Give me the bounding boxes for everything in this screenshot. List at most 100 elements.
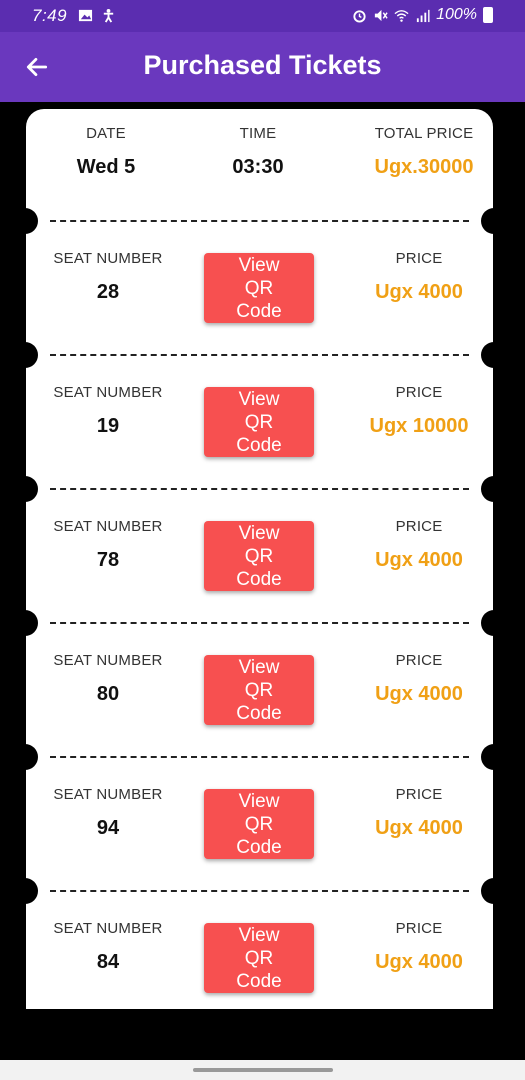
- price-label: PRICE: [395, 786, 443, 803]
- price-value: Ugx 4000: [375, 683, 463, 705]
- ticket-perforation: [12, 607, 507, 639]
- seat-label: SEAT NUMBER: [53, 384, 163, 401]
- system-nav-bar: [0, 1060, 525, 1080]
- home-gesture-pill[interactable]: [193, 1068, 333, 1072]
- ticket-row: SEAT NUMBER 78 View QR Code PRICE Ugx 4000: [26, 505, 493, 607]
- view-qr-code-label: View QR Code: [236, 522, 282, 590]
- perforation-notch: [481, 476, 507, 502]
- price-column: PRICE Ugx 4000: [349, 652, 489, 706]
- view-qr-code-label: View QR Code: [236, 924, 282, 992]
- wifi-icon: [394, 9, 409, 22]
- price-label: PRICE: [395, 920, 443, 937]
- perforation-notch: [481, 208, 507, 234]
- perforation-notch: [12, 208, 38, 234]
- perforation-notch: [481, 744, 507, 770]
- seat-label: SEAT NUMBER: [53, 518, 163, 535]
- seat-label: SEAT NUMBER: [53, 652, 163, 669]
- view-qr-code-label: View QR Code: [236, 790, 282, 858]
- ticket-perforation: [12, 741, 507, 773]
- ticket-row: SEAT NUMBER 19 View QR Code PRICE Ugx 10000: [26, 371, 493, 473]
- date-value: Wed 5: [76, 156, 136, 178]
- ticket-row: SEAT NUMBER 80 View QR Code PRICE Ugx 4000: [26, 639, 493, 741]
- seat-number: 78: [96, 549, 120, 571]
- seat-label: SEAT NUMBER: [53, 786, 163, 803]
- page-title: Purchased Tickets: [143, 50, 382, 80]
- seat-label: SEAT NUMBER: [53, 250, 163, 267]
- status-time: 7:49: [32, 6, 68, 25]
- seat-number: 19: [96, 415, 120, 437]
- seat-number: 84: [96, 951, 120, 973]
- view-qr-code-button[interactable]: View QR Code: [204, 655, 314, 725]
- view-qr-code-button[interactable]: View QR Code: [204, 253, 314, 323]
- total-price-column: TOTAL PRICE Ugx.30000: [354, 125, 494, 179]
- price-label: PRICE: [395, 384, 443, 401]
- view-qr-code-label: View QR Code: [236, 656, 282, 724]
- date-label: DATE: [86, 125, 126, 142]
- battery-icon: [483, 7, 493, 23]
- ticket-perforation: [12, 875, 507, 907]
- seat-label: SEAT NUMBER: [53, 920, 163, 937]
- price-value: Ugx 10000: [369, 415, 469, 437]
- seat-column: SEAT NUMBER 84: [48, 920, 168, 974]
- price-value: Ugx 4000: [375, 281, 463, 303]
- price-value: Ugx 4000: [375, 951, 463, 973]
- ticket-perforation: [12, 205, 507, 237]
- battery-percent: 100%: [436, 6, 477, 23]
- view-qr-code-label: View QR Code: [236, 254, 282, 322]
- perforation-notch: [481, 878, 507, 904]
- seat-column: SEAT NUMBER 78: [48, 518, 168, 572]
- view-qr-code-button[interactable]: View QR Code: [204, 789, 314, 859]
- price-label: PRICE: [395, 250, 443, 267]
- ticket-row: SEAT NUMBER 94 View QR Code PRICE Ugx 4000: [26, 773, 493, 875]
- seat-number: 28: [96, 281, 120, 303]
- ticket-perforation: [12, 473, 507, 505]
- price-column: PRICE Ugx 4000: [349, 518, 489, 572]
- view-qr-code-button[interactable]: View QR Code: [204, 923, 314, 993]
- perforation-notch: [481, 342, 507, 368]
- total-price-value: Ugx.30000: [374, 156, 474, 178]
- price-column: PRICE Ugx 10000: [349, 384, 489, 438]
- price-label: PRICE: [395, 652, 443, 669]
- perforation-notch: [12, 610, 38, 636]
- alarm-icon: [353, 9, 366, 23]
- seat-column: SEAT NUMBER 28: [48, 250, 168, 304]
- mute-icon: [374, 9, 388, 21]
- signal-icon: [416, 9, 430, 22]
- price-column: PRICE Ugx 4000: [349, 920, 489, 974]
- perforation-notch: [12, 476, 38, 502]
- view-qr-code-button[interactable]: View QR Code: [204, 521, 314, 591]
- perforation-notch: [12, 744, 38, 770]
- dashed-divider: [50, 354, 469, 356]
- seat-number: 80: [96, 683, 120, 705]
- dashed-divider: [50, 622, 469, 624]
- perforation-notch: [12, 342, 38, 368]
- dashed-divider: [50, 756, 469, 758]
- price-value: Ugx 4000: [375, 817, 463, 839]
- dashed-divider: [50, 488, 469, 490]
- price-value: Ugx 4000: [375, 549, 463, 571]
- seat-column: SEAT NUMBER 80: [48, 652, 168, 706]
- status-bar: 7:49 100%: [0, 0, 525, 32]
- dashed-divider: [50, 220, 469, 222]
- price-column: PRICE Ugx 4000: [349, 250, 489, 304]
- ticket-summary: DATE Wed 5 TIME 03:30 TOTAL PRICE Ugx.30…: [26, 109, 493, 209]
- ticket-row: SEAT NUMBER 84 View QR Code PRICE Ugx 4000: [26, 907, 493, 1009]
- time-label: TIME: [239, 125, 277, 142]
- gallery-icon: [78, 9, 93, 22]
- app-bar: Purchased Tickets: [0, 32, 525, 102]
- time-column: TIME 03:30: [198, 125, 318, 179]
- ticket-row: SEAT NUMBER 28 View QR Code PRICE Ugx 4000: [26, 237, 493, 339]
- dashed-divider: [50, 890, 469, 892]
- date-column: DATE Wed 5: [46, 125, 166, 179]
- price-column: PRICE Ugx 4000: [349, 786, 489, 840]
- seat-number: 94: [96, 817, 120, 839]
- price-label: PRICE: [395, 518, 443, 535]
- accessibility-icon: [103, 8, 114, 23]
- seat-column: SEAT NUMBER 19: [48, 384, 168, 438]
- seat-column: SEAT NUMBER 94: [48, 786, 168, 840]
- perforation-notch: [481, 610, 507, 636]
- perforation-notch: [12, 878, 38, 904]
- time-value: 03:30: [232, 156, 284, 178]
- ticket-perforation: [12, 339, 507, 371]
- view-qr-code-button[interactable]: View QR Code: [204, 387, 314, 457]
